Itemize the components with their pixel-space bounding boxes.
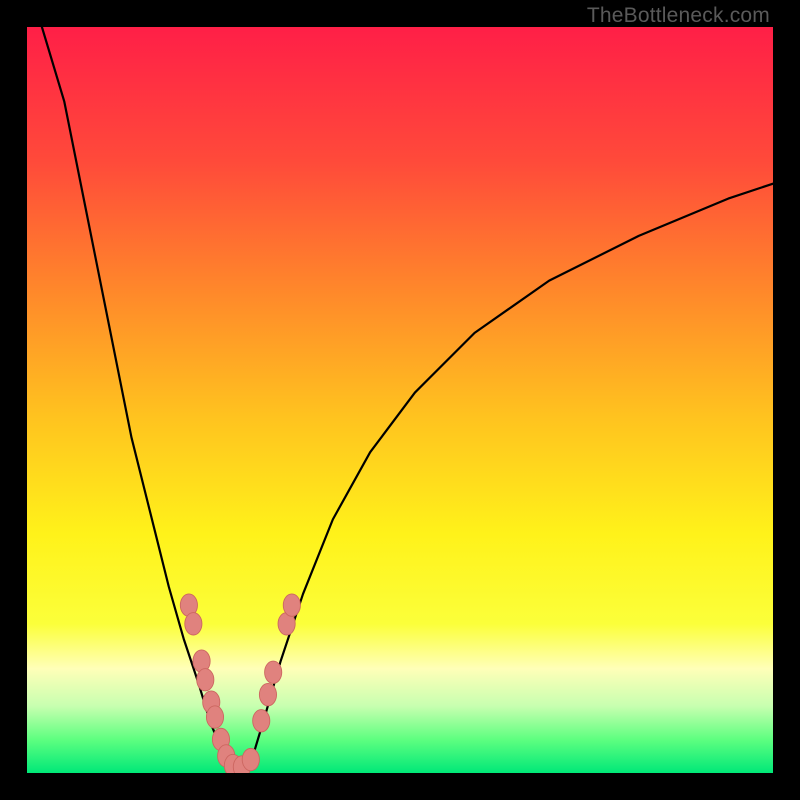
bead-left-1 [185, 613, 202, 635]
chart-svg [27, 27, 773, 773]
bead-right-2 [265, 661, 282, 683]
bead-right-1 [259, 683, 276, 705]
bead-bottom-2 [242, 748, 259, 770]
bead-left-3 [197, 669, 214, 691]
bead-right-0 [253, 710, 270, 732]
series-group [42, 27, 773, 772]
watermark-text: TheBottleneck.com [587, 4, 770, 28]
bead-left-5 [206, 706, 223, 728]
chart-container: TheBottleneck.com [0, 0, 800, 800]
beads-group [180, 594, 300, 773]
plot-area [27, 27, 773, 773]
bead-right-4 [283, 594, 300, 616]
series-right-arm [247, 184, 773, 770]
